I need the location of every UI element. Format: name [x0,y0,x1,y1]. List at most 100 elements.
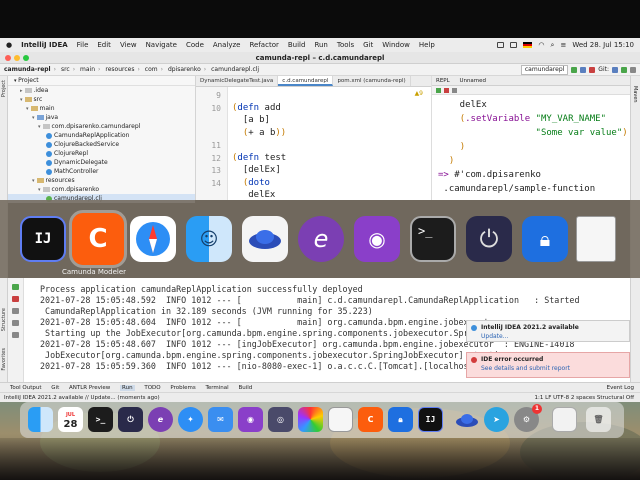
keyboard-icon[interactable] [510,42,518,48]
breadcrumb-resources[interactable]: resources [105,66,134,73]
rerun-icon[interactable] [12,284,19,290]
close-window-button[interactable] [5,55,11,61]
dock-terminal-icon[interactable]: >_ [88,407,113,432]
dock-lock-icon[interactable]: 🔒︎ [388,407,413,432]
repl-session-tab[interactable]: Unnamed [459,78,486,84]
tree-arrow-icon[interactable]: ▸ [20,88,23,94]
scroll-end-icon[interactable] [12,308,19,314]
flag-icon[interactable] [523,42,533,48]
tab-antlr-preview[interactable]: ANTLR Preview [69,385,110,391]
menu-file[interactable]: File [77,41,89,49]
code-line[interactable]: (+ a b)) [232,128,286,138]
breadcrumb-main[interactable]: main [80,66,95,73]
control-center-icon[interactable]: ≡ [560,41,566,49]
breadcrumb-com[interactable]: com [145,66,158,73]
structure-tool-tab[interactable]: Structure [1,308,7,331]
tree-item[interactable]: ▸ .idea [8,86,195,95]
tab-tool-output[interactable]: Tool Output [10,385,42,391]
run-config-selector[interactable]: camundarepl [520,65,569,75]
dock-app-icon[interactable]: ◎ [268,407,293,432]
menu-refactor[interactable]: Refactor [249,41,278,49]
dock-preview-icon[interactable] [552,407,577,432]
tree-item[interactable]: ClojureBackedService [8,140,195,149]
safari-icon[interactable] [130,216,176,262]
tree-item[interactable]: CamundaReplApplication [8,131,195,140]
finder-icon[interactable]: ☺ [186,216,232,262]
breadcrumb-dpisarenko[interactable]: dpisarenko [168,66,201,73]
document-app-icon[interactable] [576,216,616,262]
error-notification[interactable]: IDE error occurred See details and submi… [466,352,630,378]
tree-item[interactable]: ▾ com.dpisarenko.camundarepl [8,122,195,131]
trash-icon[interactable] [12,332,19,338]
tab-todo[interactable]: TODO [144,385,160,391]
zoom-window-button[interactable] [23,55,29,61]
print-icon[interactable] [12,320,19,326]
tree-arrow-icon[interactable]: ▾ [32,178,35,184]
dock-github-icon[interactable]: ◉ [238,407,263,432]
tab-problems[interactable]: Problems [170,385,195,391]
project-panel-header[interactable]: ▾ Project [8,76,195,86]
tab-pom-xml[interactable]: pom.xml (camunda-repl) [333,76,411,86]
tab-git[interactable]: Git [51,385,59,391]
dock-telegram-icon[interactable]: ➤ [484,407,509,432]
tree-item[interactable]: ClojureRepl [8,149,195,158]
tree-arrow-icon[interactable]: ▾ [32,115,35,121]
project-tool-tab[interactable]: Project [1,80,7,97]
menu-window[interactable]: Window [382,41,410,49]
debug-icon[interactable] [580,67,587,73]
tree-arrow-icon[interactable]: ▾ [38,187,41,193]
favorites-tool-tab[interactable]: Favorites [1,348,7,371]
repl-clear-icon[interactable] [452,88,457,93]
code-line[interactable]: delEx [232,190,275,200]
tree-arrow-icon[interactable]: ▾ [26,106,29,112]
minimize-window-button[interactable] [14,55,20,61]
wifi-icon[interactable]: ◠ [538,41,544,49]
status-message[interactable]: IntelliJ IDEA 2021.2 available // Update… [4,395,160,401]
breadcrumb-src[interactable]: src [61,66,70,73]
repl-stop-icon[interactable] [444,88,449,93]
tree-item[interactable]: DynamicDelegate [8,158,195,167]
tree-item[interactable]: ▾ resources [8,176,195,185]
dock-camunda-icon[interactable]: C [358,407,383,432]
repl-run-icon[interactable] [436,88,441,93]
tree-item[interactable]: ▾ java [8,113,195,122]
tab-camundarepl[interactable]: c.d.camundarepl [278,76,334,86]
update-link[interactable]: Update... [481,333,629,340]
tree-item[interactable]: ▾ src [8,95,195,104]
tab-dynamic-delegate-test[interactable]: DynamicDelegateTest.java [196,76,279,86]
menu-run[interactable]: Run [314,41,327,49]
tree-item[interactable]: ▾ com.dpisarenko [8,185,195,194]
error-details-link[interactable]: See details and submit report [481,365,629,372]
menu-code[interactable]: Code [186,41,204,49]
menu-analyze[interactable]: Analyze [213,41,241,49]
menu-help[interactable]: Help [419,41,435,49]
camunda-modeler-icon[interactable]: C [69,210,127,268]
maven-tool-tab[interactable]: Maven [632,86,638,103]
intellij-idea-icon[interactable]: IJ [20,216,66,262]
tree-arrow-icon[interactable]: ▾ [38,124,41,130]
run-icon[interactable] [571,67,578,73]
git-update-icon[interactable] [612,67,618,73]
dock-document-icon[interactable] [328,407,353,432]
update-notification[interactable]: IntelliJ IDEA 2021.2 available Update... [466,320,630,342]
search-icon[interactable]: ⌕ [551,41,555,50]
dock-finder-icon[interactable] [28,407,53,432]
menu-app[interactable]: IntelliJ IDEA [21,41,68,49]
code-line[interactable]: (doto [232,178,270,188]
code-line[interactable]: (defn add [232,103,281,113]
apple-icon[interactable]: ● [6,41,12,49]
tab-build[interactable]: Build [238,385,252,391]
console-stop-icon[interactable] [12,296,19,302]
code-line[interactable]: [a b] [232,115,270,125]
breadcrumb-file[interactable]: camundarepl.clj [211,66,259,73]
menubar-clock[interactable]: Wed 28. Jul 15:10 [572,41,634,49]
code-line[interactable]: (defn test [232,153,286,163]
dock-calendar-icon[interactable]: JUL 28 [58,407,83,432]
tree-item[interactable]: MathController [8,167,195,176]
menu-tools[interactable]: Tools [337,41,354,49]
dock-photos-icon[interactable] [298,407,323,432]
dock-trash-icon[interactable]: 🗑︎ [586,407,611,432]
emacs-icon[interactable]: e [298,216,344,262]
dock-safari-icon[interactable]: ✦ [178,407,203,432]
tree-arrow-icon[interactable]: ▾ [20,97,23,103]
